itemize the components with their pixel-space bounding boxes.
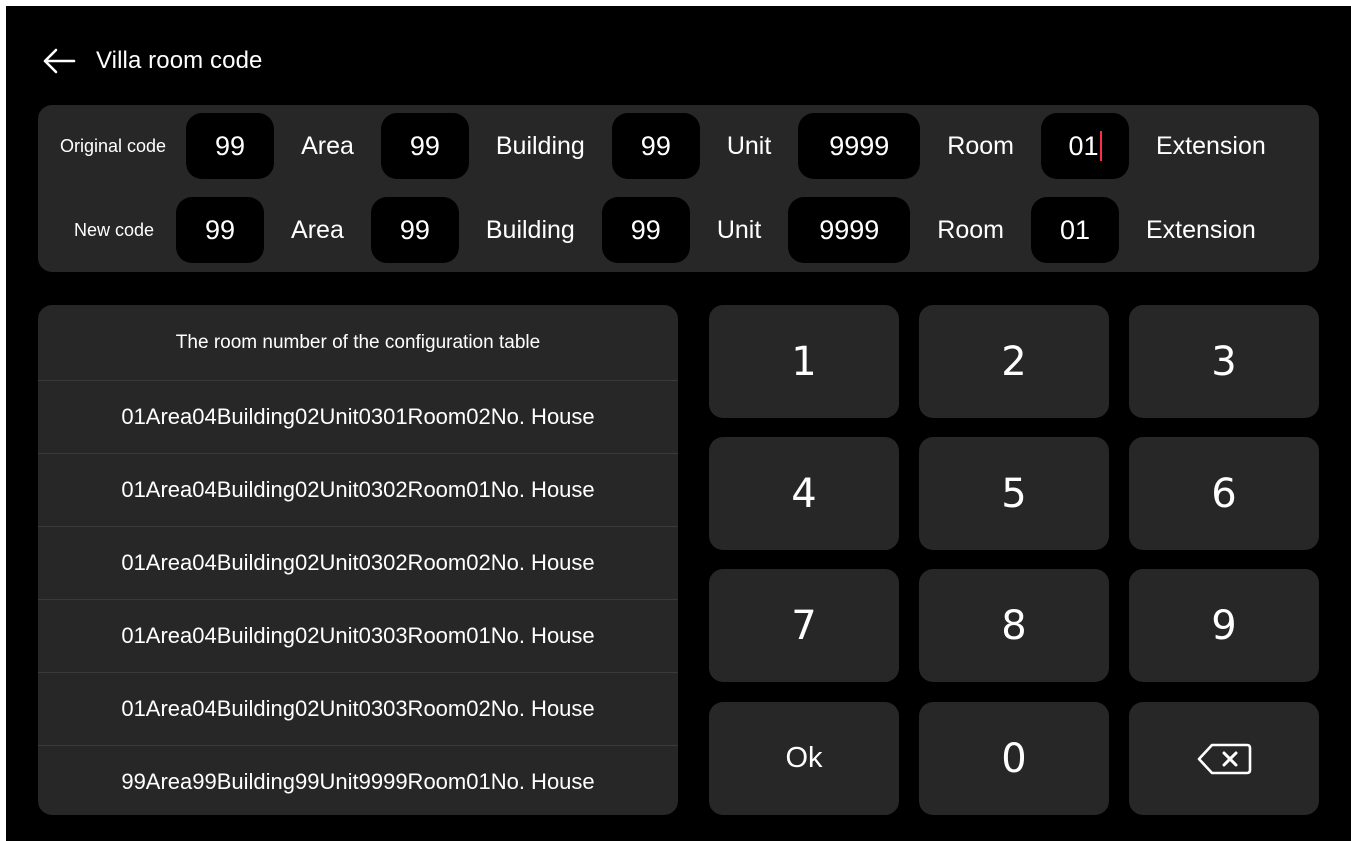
- key-9-button[interactable]: 9: [1129, 569, 1319, 682]
- table-row[interactable]: 01Area04Building02Unit0302Room01No. Hous…: [38, 454, 678, 527]
- backspace-button[interactable]: [1129, 702, 1319, 815]
- page-title: Villa room code: [96, 47, 263, 74]
- original-area-label: Area: [301, 131, 354, 160]
- new-building-value: 99: [399, 214, 430, 245]
- original-extension-value: 01: [1068, 130, 1099, 161]
- original-building-field[interactable]: 99: [380, 113, 469, 179]
- table-row[interactable]: 01Area04Building02Unit0302Room02No. Hous…: [38, 527, 678, 600]
- backspace-icon: [1197, 743, 1252, 774]
- key-7-button[interactable]: 7: [709, 569, 899, 682]
- key-3-button[interactable]: 3: [1129, 305, 1319, 418]
- new-room-field[interactable]: 9999: [788, 197, 911, 263]
- ok-button[interactable]: Ok: [709, 702, 899, 815]
- original-room-field[interactable]: 9999: [798, 113, 921, 179]
- original-unit-value: 99: [640, 130, 671, 161]
- configuration-table-header: The room number of the configuration tab…: [38, 305, 678, 381]
- original-building-value: 99: [409, 130, 440, 161]
- new-unit-value: 99: [630, 214, 661, 245]
- screen: Villa room code Original code 99 Area 99…: [6, 6, 1351, 841]
- new-area-value: 99: [205, 214, 236, 245]
- key-6-button[interactable]: 6: [1129, 437, 1319, 550]
- header: Villa room code: [42, 41, 262, 81]
- new-extension-label: Extension: [1145, 215, 1256, 244]
- original-room-value: 9999: [829, 130, 890, 161]
- new-extension-field[interactable]: 01: [1030, 197, 1119, 263]
- original-area-value: 99: [215, 130, 246, 161]
- original-area-field[interactable]: 99: [186, 113, 275, 179]
- original-room-label: Room: [947, 131, 1014, 160]
- table-row[interactable]: 01Area04Building02Unit0303Room01No. Hous…: [38, 600, 678, 673]
- key-4-button[interactable]: 4: [709, 437, 899, 550]
- code-panel: Original code 99 Area 99 Building 99 Uni…: [38, 105, 1319, 272]
- new-room-value: 9999: [819, 214, 880, 245]
- original-code-label: Original code: [60, 135, 167, 156]
- new-unit-label: Unit: [716, 215, 762, 244]
- new-building-label: Building: [485, 215, 575, 244]
- new-code-label: New code: [74, 219, 155, 240]
- table-row[interactable]: 99Area99Building99Unit9999Room01No. Hous…: [38, 746, 678, 815]
- key-2-button[interactable]: 2: [919, 305, 1109, 418]
- configuration-table: The room number of the configuration tab…: [38, 305, 678, 815]
- key-8-button[interactable]: 8: [919, 569, 1109, 682]
- key-0-button[interactable]: 0: [919, 702, 1109, 815]
- original-code-row: Original code 99 Area 99 Building 99 Uni…: [60, 113, 1293, 179]
- new-extension-value: 01: [1059, 214, 1090, 245]
- new-area-field[interactable]: 99: [176, 197, 265, 263]
- new-area-label: Area: [291, 215, 344, 244]
- key-1-button[interactable]: 1: [709, 305, 899, 418]
- original-unit-label: Unit: [726, 131, 772, 160]
- new-code-row: New code 99 Area 99 Building 99 Unit 999…: [74, 197, 1283, 263]
- table-row[interactable]: 01Area04Building02Unit0301Room02No. Hous…: [38, 381, 678, 454]
- text-cursor: [1099, 131, 1102, 161]
- number-keypad: 1 2 3 4 5 6 7 8 9 Ok 0: [709, 305, 1319, 815]
- key-5-button[interactable]: 5: [919, 437, 1109, 550]
- table-row[interactable]: 01Area04Building02Unit0303Room02No. Hous…: [38, 673, 678, 746]
- original-building-label: Building: [495, 131, 585, 160]
- new-unit-field[interactable]: 99: [601, 197, 690, 263]
- original-extension-field[interactable]: 01: [1040, 113, 1129, 179]
- original-extension-label: Extension: [1155, 131, 1266, 160]
- new-room-label: Room: [937, 215, 1004, 244]
- new-building-field[interactable]: 99: [370, 197, 459, 263]
- original-unit-field[interactable]: 99: [611, 113, 700, 179]
- back-arrow-icon[interactable]: [42, 46, 78, 76]
